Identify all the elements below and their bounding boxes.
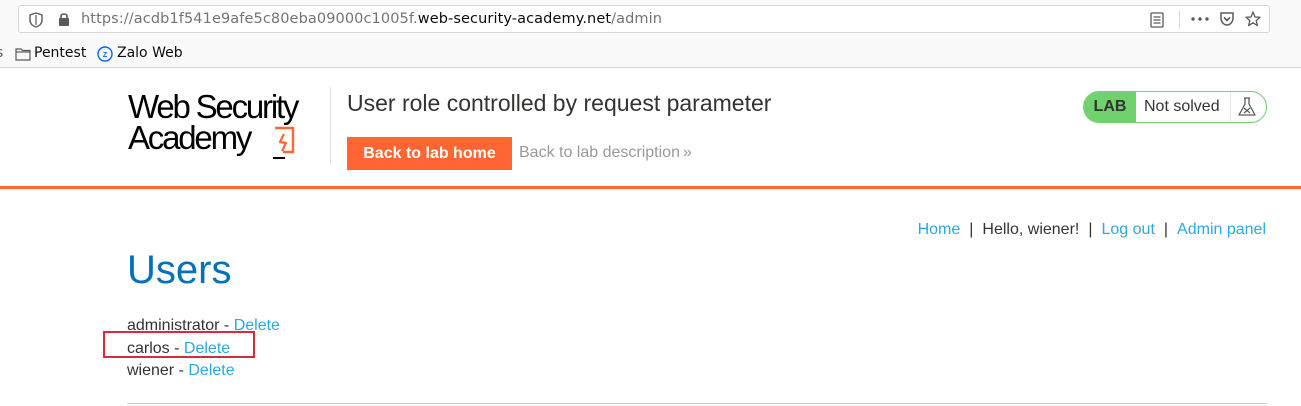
url-text[interactable]: https://acdb1f541e9afe5c80eba09000c1005f… bbox=[81, 11, 662, 27]
nav-separator: | bbox=[1088, 221, 1093, 238]
url-prefix: https://acdb1f541e9afe5c80eba09000c1005f… bbox=[81, 11, 418, 27]
toolbar-divider bbox=[1179, 10, 1180, 28]
user-dash: - bbox=[174, 362, 189, 379]
url-domain: web-security-academy.net bbox=[417, 11, 612, 27]
highlight-annotation-box bbox=[103, 331, 255, 358]
nav-admin-panel-link[interactable]: Admin panel bbox=[1177, 221, 1266, 238]
back-to-lab-home-button[interactable]: Back to lab home bbox=[347, 137, 512, 170]
reader-view-icon[interactable] bbox=[1150, 12, 1164, 28]
url-path: /admin bbox=[611, 11, 663, 27]
page-title: Users bbox=[127, 248, 232, 292]
lock-icon[interactable] bbox=[57, 11, 71, 27]
nav-separator: | bbox=[969, 221, 974, 238]
bookmark-zalo-web[interactable]: Zalo Web bbox=[117, 45, 183, 61]
nav-logout-link[interactable]: Log out bbox=[1102, 221, 1155, 238]
logo-line-2: Academy bbox=[128, 119, 252, 156]
delete-wiener-link[interactable]: Delete bbox=[188, 362, 234, 379]
address-bar[interactable]: https://acdb1f541e9afe5c80eba09000c1005f… bbox=[18, 5, 1270, 33]
bookmark-pentest[interactable]: Pentest bbox=[34, 45, 86, 61]
bookmarks-toolbar: s Pentest Z Zalo Web bbox=[0, 40, 1301, 68]
folder-icon bbox=[15, 48, 31, 61]
more-actions-icon[interactable] bbox=[1191, 17, 1209, 21]
lab-status-divider bbox=[1230, 92, 1231, 122]
svg-text:Z: Z bbox=[103, 52, 108, 59]
lab-title: User role controlled by request paramete… bbox=[347, 90, 772, 116]
header-orange-rule bbox=[0, 186, 1301, 189]
nav-greeting: Hello, wiener! bbox=[982, 221, 1080, 238]
nav-home-link[interactable]: Home bbox=[918, 221, 961, 238]
nav-separator: | bbox=[1163, 221, 1169, 238]
lab-badge: LAB bbox=[1084, 92, 1136, 122]
logo-lightning-icon bbox=[273, 126, 295, 159]
pocket-icon[interactable] bbox=[1219, 11, 1235, 27]
shield-icon[interactable] bbox=[29, 12, 43, 28]
web-security-academy-logo[interactable]: Web Security Academy bbox=[128, 88, 328, 163]
browser-toolbar: https://acdb1f541e9afe5c80eba09000c1005f… bbox=[0, 0, 1301, 40]
back-to-lab-description-link[interactable]: Back to lab description» bbox=[519, 144, 692, 162]
lab-status-widget: LAB Not solved bbox=[1083, 91, 1267, 123]
flask-icon bbox=[1238, 97, 1256, 116]
header-divider bbox=[330, 87, 331, 163]
lab-status-text: Not solved bbox=[1144, 98, 1220, 115]
user-name: wiener bbox=[127, 362, 175, 379]
zalo-icon: Z bbox=[97, 46, 113, 62]
top-navigation: Home | Hello, wiener! | Log out | Admin panel bbox=[918, 221, 1266, 239]
double-chevron-right-icon: » bbox=[682, 144, 692, 161]
user-row-wiener: wiener - Delete bbox=[127, 360, 280, 383]
content-bottom-rule bbox=[127, 403, 1267, 404]
bookmarks-overflow-chevron[interactable]: s bbox=[0, 45, 3, 61]
back-to-lab-description-label: Back to lab description bbox=[519, 144, 680, 161]
bookmark-star-icon[interactable] bbox=[1245, 11, 1261, 27]
